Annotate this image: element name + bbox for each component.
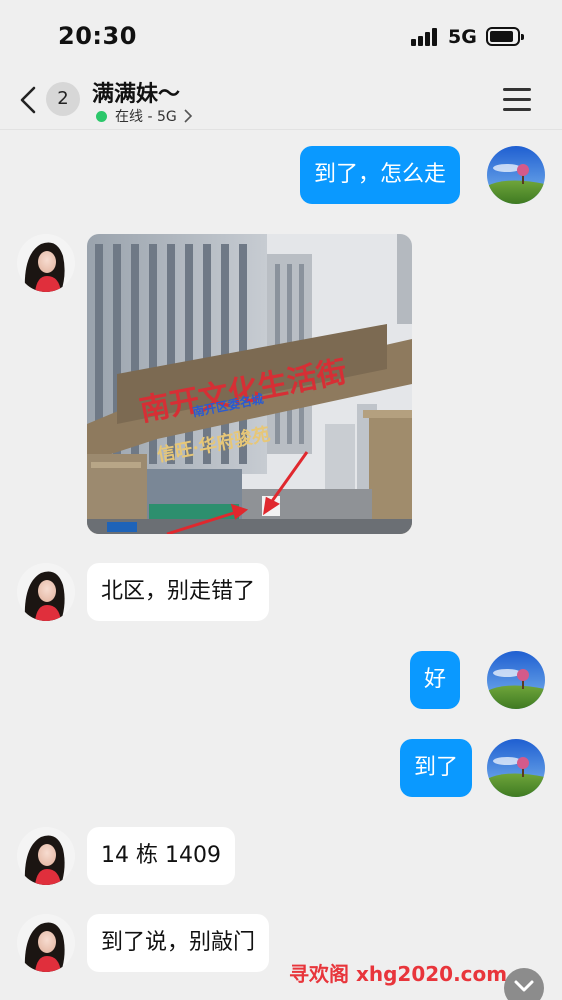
- message-bubble-incoming[interactable]: 北区，别走错了: [87, 563, 270, 621]
- contact-avatar[interactable]: [17, 563, 75, 621]
- online-dot-icon: [96, 110, 107, 122]
- message-text: 到了，怎么走: [314, 162, 447, 187]
- unread-count-badge[interactable]: 2: [46, 82, 80, 116]
- status-time: 20:30: [58, 22, 137, 50]
- contact-avatar[interactable]: [17, 234, 75, 292]
- contact-status[interactable]: 在线 - 5G: [96, 106, 193, 126]
- contact-avatar[interactable]: [17, 914, 75, 972]
- watermark-text: 寻欢阁 xhg2020.com: [289, 962, 508, 986]
- status-bar: 20:30 5G: [0, 0, 562, 72]
- my-avatar[interactable]: [487, 739, 545, 797]
- message-bubble-outgoing[interactable]: 到了: [400, 739, 473, 797]
- battery-icon: [486, 27, 524, 46]
- contact-name[interactable]: 满满妹～: [92, 76, 180, 108]
- my-avatar[interactable]: [487, 146, 545, 204]
- network-type: 5G: [448, 26, 477, 48]
- scroll-to-bottom-button[interactable]: [504, 968, 544, 1000]
- message-text: 好: [424, 667, 447, 692]
- status-text: 在线 - 5G: [115, 109, 177, 125]
- chat-image[interactable]: 南开文化生活街 南开区委名城 信旺·华府骏苑: [87, 234, 412, 534]
- message-bubble-outgoing[interactable]: 好: [410, 651, 461, 709]
- back-chevron-icon[interactable]: [18, 86, 38, 114]
- message-bubble-incoming[interactable]: 到了说，别敲门: [87, 914, 270, 972]
- chevron-down-icon: [514, 980, 534, 992]
- message-bubble-outgoing[interactable]: 到了，怎么走: [300, 146, 461, 204]
- message-text: 北区，别走错了: [101, 579, 256, 604]
- chevron-right-icon: [184, 109, 192, 123]
- signal-icon: [411, 28, 439, 46]
- my-avatar[interactable]: [487, 651, 545, 709]
- menu-icon[interactable]: [503, 88, 531, 112]
- message-text: 到了: [414, 755, 459, 780]
- chat-header: 2 满满妹～ 在线 - 5G: [0, 72, 562, 130]
- message-text: 14 栋 1409: [101, 843, 221, 868]
- message-bubble-incoming[interactable]: 14 栋 1409: [87, 827, 235, 885]
- contact-avatar[interactable]: [17, 827, 75, 885]
- message-text: 到了说，别敲门: [101, 930, 256, 955]
